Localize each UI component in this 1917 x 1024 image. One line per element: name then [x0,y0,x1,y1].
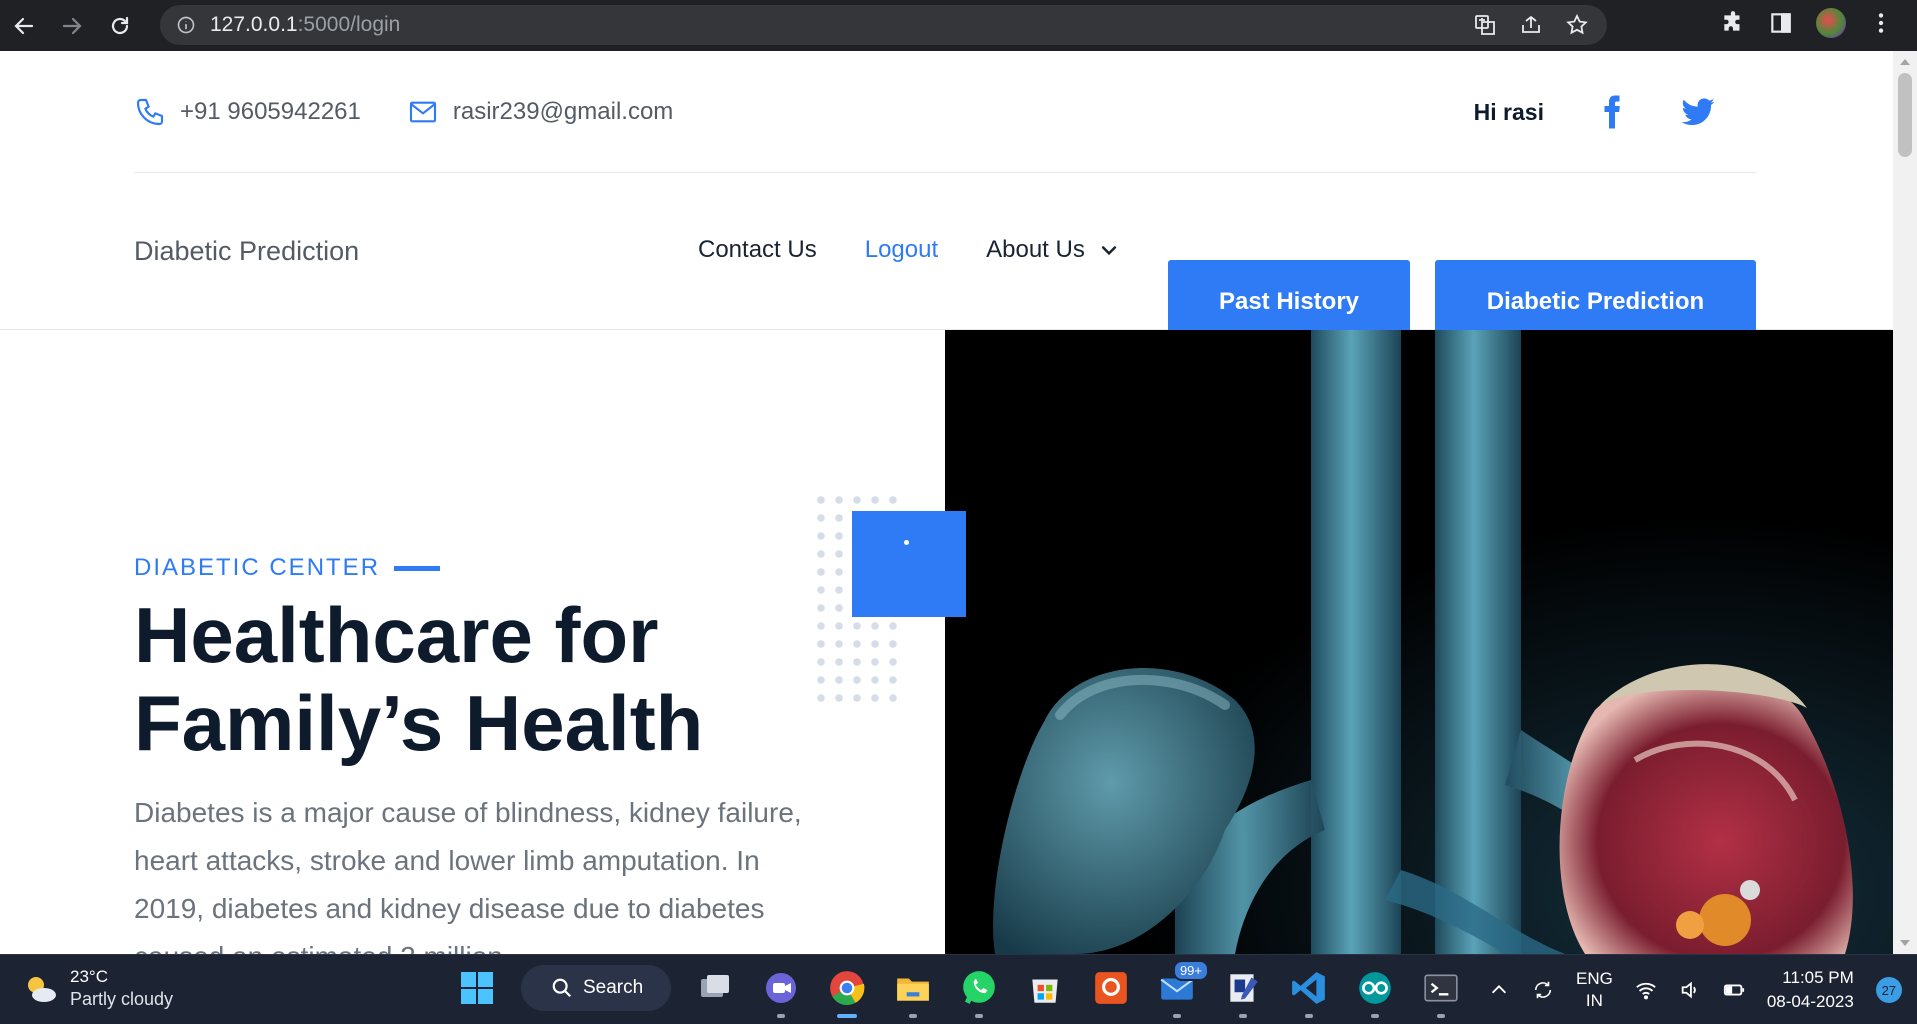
system-clock[interactable]: 11:05 PM 08-04-2023 [1767,966,1854,1014]
side-panel-icon[interactable] [1768,10,1794,36]
notification-count-badge[interactable]: 27 [1875,977,1902,1003]
facebook-link[interactable] [1594,94,1630,130]
nav-about-us-label: About Us [986,236,1085,263]
site-info-icon[interactable] [176,15,196,35]
nav-logout[interactable]: Logout [865,236,938,264]
phone-number: +91 9605942261 [180,97,361,125]
extensions-icon[interactable] [1720,10,1746,36]
eyebrow-text: DIABETIC CENTER [134,554,381,581]
address-bar[interactable]: 127.0.0.1:5000/login [160,5,1607,45]
file-explorer-icon[interactable] [891,966,935,1018]
share-icon[interactable] [1519,13,1543,37]
wifi-icon[interactable] [1635,979,1657,1001]
region-code: IN [1585,991,1603,1010]
chevron-down-icon [1101,246,1116,256]
system-tray: ENG IN 11:05 PM 08-04-2023 27 [1488,955,1902,1024]
ubuntu-icon[interactable] [1089,966,1133,1010]
facebook-icon [1604,95,1620,129]
mail-badge: 99+ [1172,960,1209,981]
whatsapp-icon[interactable] [957,966,1001,1018]
headline-line-2: Family’s Health [134,679,704,767]
mail-app-icon[interactable]: 99+ [1155,960,1209,1018]
volume-icon[interactable] [1679,979,1701,1001]
eyebrow-bar [394,565,441,571]
back-icon[interactable] [0,0,48,51]
nav-contact-us[interactable]: Contact Us [698,236,817,264]
contact-topbar: +91 9605942261 rasir239@gmail.com Hi ras… [134,51,1756,173]
scroll-down-arrow-icon[interactable] [1900,940,1910,946]
menu-kebab-icon[interactable] [1868,10,1894,36]
weather-temperature: 23°C [70,967,108,986]
email-contact[interactable]: rasir239@gmail.com [407,96,673,128]
scrollbar-thumb[interactable] [1898,73,1912,157]
weather-condition: Partly cloudy [70,989,174,1009]
clock-date: 08-04-2023 [1766,992,1854,1011]
weather-widget[interactable]: 23°C Partly cloudy [22,967,173,1010]
hero-lead-text: Diabetes is a major cause of blindness, … [134,797,802,954]
email-address: rasir239@gmail.com [452,97,674,125]
chevron-up-icon[interactable] [1488,979,1510,1001]
user-greeting: Hi rasi [1473,98,1544,125]
microsoft-store-icon[interactable] [1023,966,1067,1010]
hero-headline: Healthcare for Family’s Health [134,591,774,767]
partly-cloudy-icon [28,976,56,1002]
site-brand[interactable]: Diabetic Prediction [134,236,359,267]
taskbar-search[interactable]: Search [521,965,671,1011]
nav-menu: Contact Us Logout About Us [698,236,1119,264]
translate-icon[interactable] [1473,13,1497,37]
scroll-up-arrow-icon[interactable] [1900,59,1910,65]
headline-line-1: Healthcare for [134,591,659,679]
search-icon [552,978,572,998]
taskbar-search-label: Search [583,977,644,998]
terminal-icon[interactable] [1419,966,1463,1018]
page-scrollbar[interactable] [1893,51,1917,954]
browser-toolbar: 127.0.0.1:5000/login [0,0,1917,51]
chrome-icon[interactable] [825,966,869,1018]
start-button[interactable] [455,966,499,1010]
main-navigation: Diabetic Prediction Contact Us Logout Ab… [0,174,1893,344]
decorative-square [852,511,966,617]
battery-icon[interactable] [1723,979,1745,1001]
phone-contact[interactable]: +91 9605942261 [134,96,361,128]
profile-avatar[interactable] [1816,8,1846,38]
reload-icon[interactable] [96,0,144,51]
twitter-link[interactable] [1680,94,1716,130]
hero-eyebrow: DIABETIC CENTER [134,554,441,582]
forward-icon[interactable] [48,0,96,51]
nav-about-us[interactable]: About Us [986,236,1119,264]
vscode-icon[interactable] [1287,966,1331,1018]
text-editor-icon[interactable] [1221,966,1265,1018]
kidney-anatomy-image [945,330,1893,954]
bookmark-star-icon[interactable] [1565,13,1589,37]
arduino-icon[interactable] [1353,966,1397,1018]
windows-logo-icon [461,972,493,1004]
clock-time: 11:05 PM [1782,968,1854,987]
sync-icon[interactable] [1532,979,1554,1001]
teams-chat-icon[interactable] [759,966,803,1018]
url-text: 127.0.0.1:5000/login [210,13,401,36]
language-indicator[interactable]: ENG IN [1576,968,1613,1012]
twitter-icon [1681,98,1715,126]
task-view-icon[interactable] [693,966,737,1010]
language-code: ENG [1576,969,1613,988]
mail-icon [409,101,436,122]
phone-icon [136,98,164,125]
web-page: +91 9605942261 rasir239@gmail.com Hi ras… [0,51,1893,954]
kidney-illustration [945,330,1893,954]
os-taskbar: 23°C Partly cloudy Search 99+ ENG IN 11:… [0,954,1917,1024]
